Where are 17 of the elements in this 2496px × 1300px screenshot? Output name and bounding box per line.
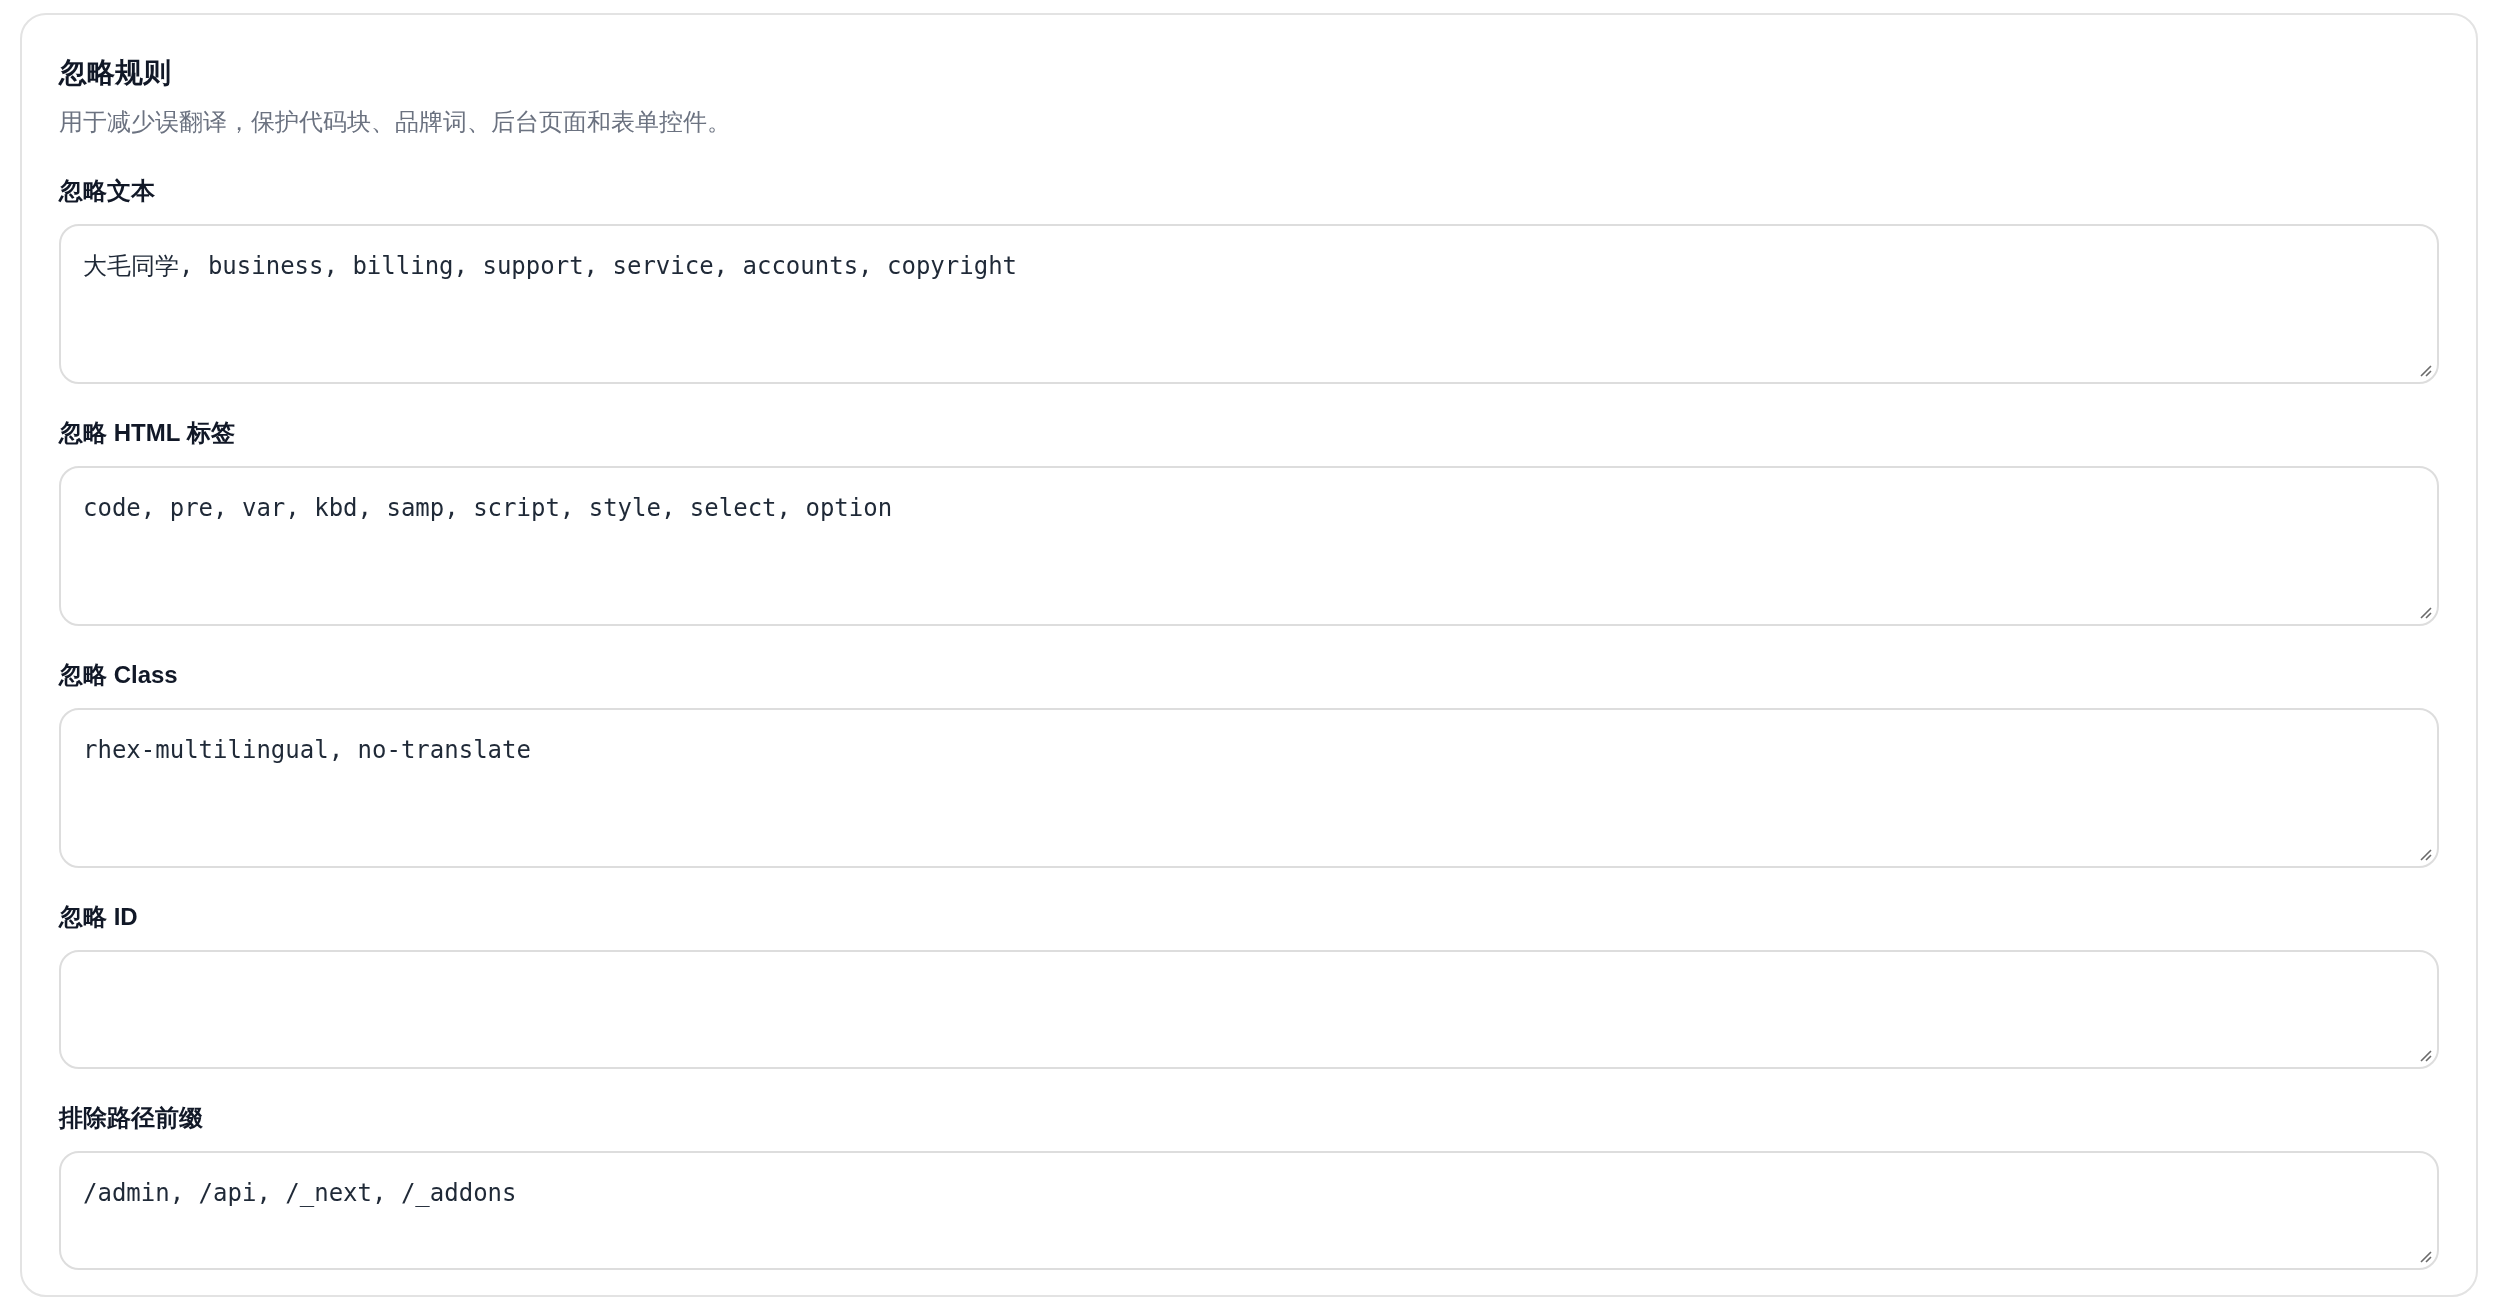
- field-label: 忽略 Class: [59, 660, 179, 690]
- field-label: 排除路径前缀: [59, 1103, 204, 1133]
- text-area-field[interactable]: 大毛同学, business, billing, support, service, accounts, copyright: [59, 224, 2439, 384]
- resize-handle-icon[interactable]: [2420, 607, 2432, 619]
- field-label: 忽略文本: [59, 176, 156, 206]
- field-label: 忽略 HTML 标签: [59, 418, 236, 448]
- resize-handle-icon[interactable]: [2420, 365, 2432, 377]
- resize-handle-icon[interactable]: [2420, 1050, 2432, 1062]
- resize-handle-icon[interactable]: [2420, 849, 2432, 861]
- text-area-field[interactable]: code, pre, var, kbd, samp, script, style, select, option: [59, 466, 2439, 626]
- resize-handle-icon[interactable]: [2420, 1251, 2432, 1263]
- section-title: 忽略规则: [59, 56, 172, 90]
- text-area-field[interactable]: /admin, /api, /_next, /_addons: [59, 1151, 2439, 1270]
- text-area-field[interactable]: rhex-multilingual, no-translate: [59, 708, 2439, 868]
- field-label: 忽略 ID: [59, 902, 139, 932]
- section-description: 用于减少误翻译，保护代码块、品牌词、后台页面和表单控件。: [59, 107, 732, 137]
- text-area-field[interactable]: [59, 950, 2439, 1069]
